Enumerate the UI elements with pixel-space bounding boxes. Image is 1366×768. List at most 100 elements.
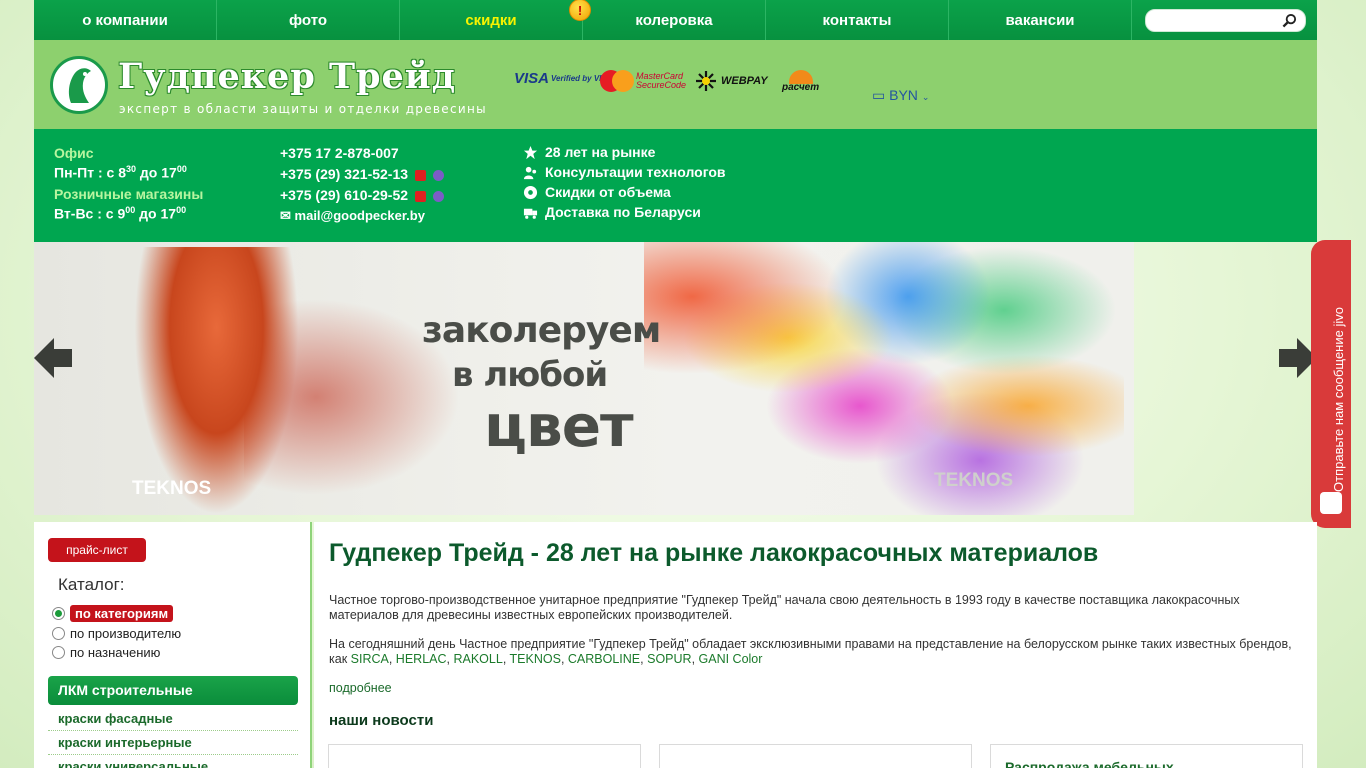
radio-button[interactable] [52,607,65,620]
sidebar: прайс-лист Каталог: по категориям по про… [34,522,312,768]
office-label: Офис [54,145,94,161]
news-heading: наши новости [329,712,434,729]
brand-link[interactable]: SIRCA [351,652,389,666]
intro-paragraph: Частное торгово-производственное унитарн… [329,593,1240,622]
feature-text: 28 лет на рынке [545,144,656,160]
banner-brand-logo: TEKNOS [132,478,212,499]
category-link[interactable]: краски универсальные [48,755,298,768]
truck-icon [523,208,538,219]
news-card[interactable] [328,744,641,768]
banner-line-3: цвет [484,392,634,460]
mastercard-text: MasterCard SecureCode [636,71,687,90]
office-hours-min: 00 [176,164,187,174]
shops-hours-min: 00 [176,205,187,215]
search-input[interactable] [1154,10,1284,31]
chat-icon [1320,492,1342,514]
logo-title[interactable]: Гудпекер Трейд [118,56,456,97]
banner-ink-image [644,242,1124,515]
brand-link[interactable]: GANI Color [699,652,763,666]
radio-button[interactable] [52,627,65,640]
phone-office[interactable]: +375 17 2-878-007 [280,145,399,161]
shops-hours: Вт-Вс : с 900 до 1700 [54,205,186,222]
brand-link[interactable]: CARBOLINE [568,652,640,666]
brand-link[interactable]: SOPUR [647,652,691,666]
feature-text: Скидки от объема [545,184,671,200]
catalog-heading: Каталог: [58,575,125,594]
main-content: Гудпекер Трейд - 28 лет на рынке лакокра… [314,522,1317,768]
nav-label: вакансии [1005,11,1075,29]
currency-selector[interactable]: ▭ BYN ⌄ [872,87,929,104]
jivo-chat-tab[interactable]: Отправьте нам сообщение jivo [1311,240,1351,528]
nav-label: о компании [82,11,168,29]
raschet-text: расчет [782,82,820,93]
nav-label: скидки [465,11,517,29]
arrow-left-icon[interactable] [34,338,72,378]
woodpecker-logo-icon[interactable] [50,56,108,114]
price-list-button[interactable]: прайс-лист [48,538,146,562]
webpay-text: WEBPAY [721,75,768,87]
wallet-icon: ▭ [872,87,886,103]
brand-link[interactable]: HERLAC [396,652,447,666]
viber-icon [432,169,444,181]
category-header[interactable]: ЛКМ строительные [48,676,298,705]
chevron-down-icon: ⌄ [921,92,930,102]
nav-item-contacts[interactable]: контакты [766,0,949,40]
feature-years: 28 лет на рынке [522,144,655,160]
viber-icon [432,190,444,202]
search-icon[interactable] [1282,13,1297,28]
tags-icon [523,185,538,199]
office-hours-text: до 17 [136,164,177,181]
news-card[interactable] [659,744,972,768]
category-link[interactable]: краски фасадные [48,707,298,731]
shops-label: Розничные магазины [54,186,204,202]
read-more-link[interactable]: подробнее [329,681,392,695]
webpay-logo: WEBPAY [695,70,768,92]
nav-item-tinting[interactable]: колеровка [583,0,766,40]
radio-by-category[interactable]: по категориям [52,605,174,622]
a1-operator-icon [414,169,426,181]
contact-info-bar: Офис Пн-Пт : с 830 до 1700 Розничные маг… [34,129,1317,242]
email-text: mail@goodpecker.by [294,208,425,223]
category-link[interactable]: краски интерьерные [48,731,298,755]
users-icon [523,166,537,179]
feature-delivery: Доставка по Беларуси [522,204,701,220]
feature-text: Консультации технологов [545,164,726,180]
news-card[interactable]: Распродажа мебельных [990,744,1303,768]
currency-value: BYN [889,87,918,103]
nav-item-about[interactable]: о компании [34,0,217,40]
feature-discounts: Скидки от объема [522,184,671,200]
phone-text: +375 17 2-878-007 [280,145,399,161]
top-nav: о компании фото скидки колеровка контакт… [34,0,1317,40]
page-title: Гудпекер Трейд - 28 лет на рынке лакокра… [329,539,1099,567]
brands-paragraph: На сегодняшний день Частное предприятие … [329,637,1292,666]
banner-figure-image [134,247,299,515]
nav-item-discounts[interactable]: скидки [400,0,583,40]
nav-item-photo[interactable]: фото [217,0,400,40]
logo-subtitle: эксперт в области защиты и отделки древе… [119,102,487,116]
office-hours-min: 30 [126,164,137,174]
visa-text: VISA [514,70,550,87]
promo-banner[interactable]: заколеруем в любой цвет TEKNOS TEKNOS [34,242,1134,515]
nav-label: контакты [822,11,892,29]
shops-hours-text: Вт-Вс : с 9 [54,205,126,222]
radio-button[interactable] [52,646,65,659]
phone-mobile-1[interactable]: +375 (29) 321-52-13 [280,166,444,182]
nav-label: колеровка [635,11,713,29]
search-box [1145,9,1306,32]
nav-item-vacancies[interactable]: вакансии [949,0,1132,40]
brand-link[interactable]: RAKOLL [453,652,502,666]
radio-label: по категориям [70,605,174,622]
brand-link[interactable]: TEKNOS [510,652,561,666]
site-header: Гудпекер Трейд эксперт в области защиты … [34,40,1317,129]
nav-label: фото [288,11,328,29]
discount-badge-icon: ! [569,0,591,21]
radio-by-manufacturer[interactable]: по производителю [52,626,181,641]
radio-by-purpose[interactable]: по назначению [52,645,160,660]
office-hours-text: Пн-Пт : с 8 [54,164,127,181]
email-link[interactable]: ✉ mail@goodpecker.by [280,208,425,224]
radio-label: по производителю [70,626,182,641]
banner-line-2: в любой [452,355,608,395]
phone-mobile-2[interactable]: +375 (29) 610-29-52 [280,187,444,203]
raschet-logo: расчет [782,70,819,93]
webpay-star-icon [696,71,716,91]
